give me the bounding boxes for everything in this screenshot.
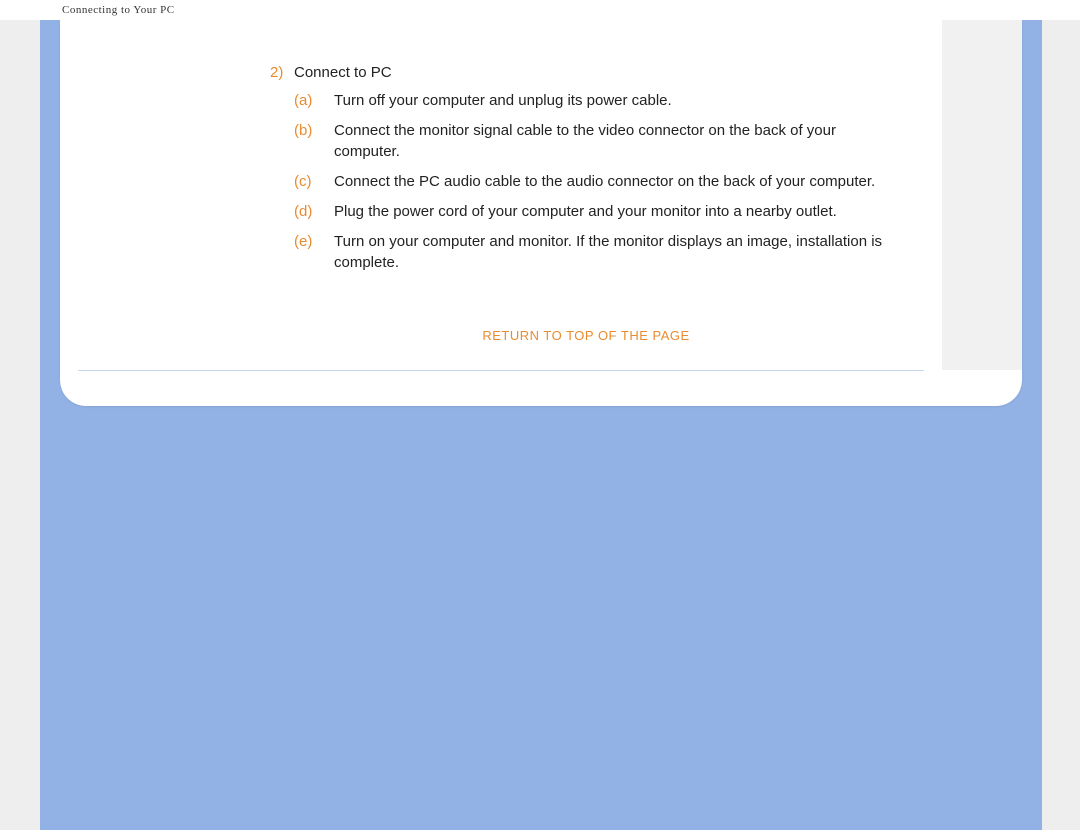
item-text: Turn on your computer and monitor. If th…	[334, 232, 902, 273]
page-header-title: Connecting to Your PC	[0, 0, 1080, 20]
item-marker: (b)	[294, 121, 334, 162]
item-marker: (c)	[294, 172, 334, 192]
step-number: 2)	[270, 64, 294, 81]
list-item: (b) Connect the monitor signal cable to …	[294, 121, 902, 162]
step-sub-list: (a) Turn off your computer and unplug it…	[294, 91, 902, 273]
list-item: (c) Connect the PC audio cable to the au…	[294, 172, 902, 192]
content-area: 2) Connect to PC (a) Turn off your compu…	[270, 64, 902, 365]
item-marker: (e)	[294, 232, 334, 273]
divider-line	[78, 370, 924, 371]
item-text: Plug the power cord of your computer and…	[334, 202, 902, 222]
list-item: (e) Turn on your computer and monitor. I…	[294, 232, 902, 273]
item-text: Connect the PC audio cable to the audio …	[334, 172, 902, 192]
blue-background-panel: 2) Connect to PC (a) Turn off your compu…	[40, 20, 1042, 830]
page-outer: 2) Connect to PC (a) Turn off your compu…	[0, 20, 1080, 830]
list-item: (d) Plug the power cord of your computer…	[294, 202, 902, 222]
list-item: (a) Turn off your computer and unplug it…	[294, 91, 902, 111]
item-text: Turn off your computer and unplug its po…	[334, 91, 902, 111]
return-to-top-container: RETURN TO TOP OF THE PAGE	[270, 327, 902, 345]
item-marker: (a)	[294, 91, 334, 111]
item-text: Connect the monitor signal cable to the …	[334, 121, 902, 162]
step-heading: 2) Connect to PC	[270, 64, 902, 81]
return-to-top-link[interactable]: RETURN TO TOP OF THE PAGE	[482, 328, 689, 343]
item-marker: (d)	[294, 202, 334, 222]
step-title: Connect to PC	[294, 64, 392, 81]
right-sidebar-stripe	[942, 20, 1022, 370]
content-card: 2) Connect to PC (a) Turn off your compu…	[60, 20, 1022, 406]
